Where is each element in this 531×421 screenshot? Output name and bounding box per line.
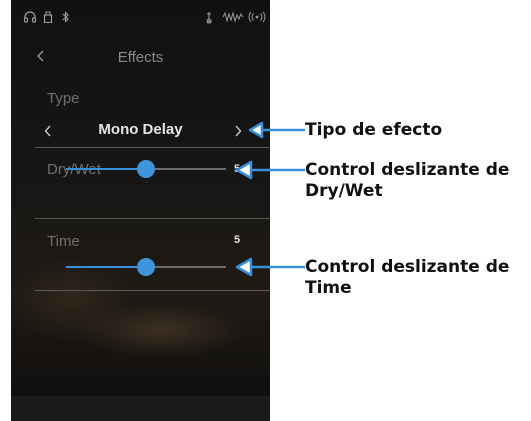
annotation-type: Tipo de efecto (305, 120, 443, 140)
annotation-drywet-line2: Dry/Wet (305, 181, 383, 201)
annotation-time-line1: Control deslizante de (305, 257, 510, 277)
type-arrow-head (248, 121, 264, 139)
drywet-arrow-head (235, 160, 253, 180)
annotation-arrows (235, 121, 305, 277)
annotation-time-line2: Time (305, 278, 352, 298)
annotation-drywet-line1: Control deslizante de (305, 160, 510, 180)
time-arrow-head (235, 257, 253, 277)
